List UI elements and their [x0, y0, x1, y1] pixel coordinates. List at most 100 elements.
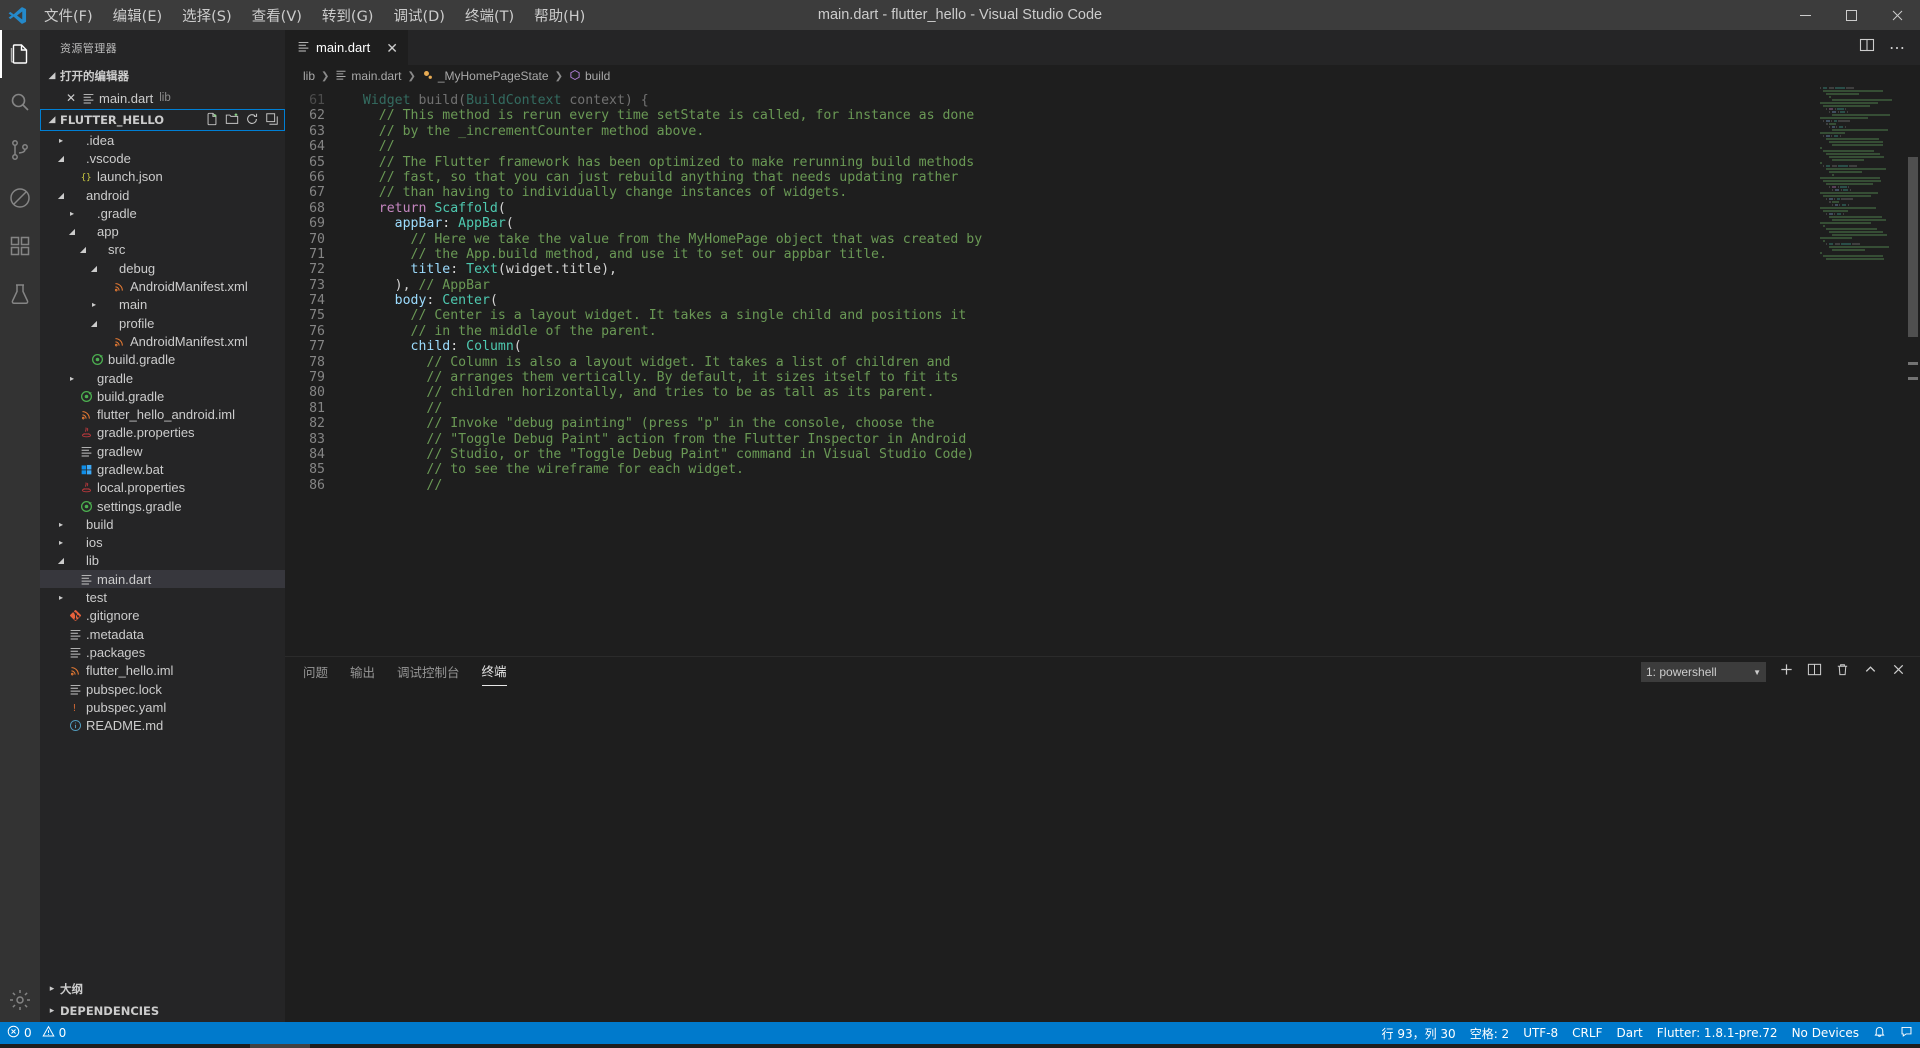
tree-file[interactable]: .metadata — [40, 625, 285, 643]
tree-file[interactable]: .packages — [40, 643, 285, 661]
status-feedback[interactable] — [1893, 1022, 1920, 1044]
menu-view[interactable]: 查看(V) — [242, 0, 312, 30]
status-indentation[interactable]: 空格: 2 — [1463, 1022, 1517, 1044]
editor-scrollbar[interactable] — [1906, 87, 1920, 656]
code-editor[interactable]: 61 62 63 64 65 66 67 68 69 70 71 72 73 74 75 76 77 78 79 80… — [285, 87, 1920, 656]
code-line[interactable]: // Column is also a layout widget. It ta… — [347, 355, 1920, 370]
tree-file[interactable]: AndroidManifest.xml — [40, 277, 285, 295]
status-problems[interactable]: 0 0 — [0, 1022, 73, 1044]
code-line[interactable]: // Here we take the value from the MyHom… — [347, 232, 1920, 247]
tree-folder[interactable]: ◢ debug — [40, 259, 285, 277]
activity-testing[interactable] — [0, 270, 40, 318]
code-line[interactable]: // fast, so that you can just rebuild an… — [347, 170, 1920, 185]
section-dependencies[interactable]: ▸ DEPENDENCIES — [40, 1000, 285, 1022]
tree-file[interactable]: .gitignore — [40, 607, 285, 625]
tree-file[interactable]: build.gradle — [40, 351, 285, 369]
code-line[interactable]: // This method is rerun every time setSt… — [347, 108, 1920, 123]
code-line[interactable]: // Center is a layout widget. It takes a… — [347, 308, 1920, 323]
panel-tab-terminal[interactable]: 终端 — [481, 658, 507, 686]
code-line[interactable]: Widget build(BuildContext context) { — [347, 93, 1920, 108]
maximize-button[interactable] — [1828, 0, 1874, 30]
code-line[interactable]: // Invoke "debug painting" (press "p" in… — [347, 416, 1920, 431]
code-line[interactable]: return Scaffold( — [347, 201, 1920, 216]
tree-folder[interactable]: ◢ src — [40, 241, 285, 259]
status-devices[interactable]: No Devices — [1785, 1022, 1866, 1044]
tree-file[interactable]: flutter_hello.iml — [40, 662, 285, 680]
menu-file[interactable]: 文件(F) — [34, 0, 103, 30]
tree-folder[interactable]: ◢ android — [40, 186, 285, 204]
activity-source-control[interactable] — [0, 126, 40, 174]
close-icon[interactable]: ✕ — [62, 91, 80, 105]
tree-folder[interactable]: ◢ profile — [40, 314, 285, 332]
menu-terminal[interactable]: 终端(T) — [455, 0, 524, 30]
activity-extensions[interactable] — [0, 222, 40, 270]
breadcrumb-item-main-dart[interactable]: main.dart — [335, 69, 401, 84]
status-encoding[interactable]: UTF-8 — [1516, 1022, 1565, 1044]
activity-settings[interactable] — [0, 978, 40, 1022]
code-line[interactable]: // Studio, or the "Toggle Debug Paint" c… — [347, 447, 1920, 462]
horizontal-scroll-thumb[interactable] — [250, 1044, 310, 1048]
tree-folder[interactable]: ▸ main — [40, 296, 285, 314]
status-language-mode[interactable]: Dart — [1609, 1022, 1649, 1044]
minimize-button[interactable] — [1782, 0, 1828, 30]
split-terminal-icon[interactable] — [1807, 662, 1822, 682]
open-editor-main-dart[interactable]: ✕ main.dart lib — [40, 87, 285, 109]
menu-go[interactable]: 转到(G) — [312, 0, 384, 30]
code-content[interactable]: Widget build(BuildContext context) { // … — [347, 87, 1920, 656]
tree-folder[interactable]: ▸ .idea — [40, 131, 285, 149]
activity-explorer[interactable] — [0, 30, 40, 78]
code-line[interactable]: // "Toggle Debug Paint" action from the … — [347, 432, 1920, 447]
more-actions-icon[interactable]: ⋯ — [1889, 38, 1906, 58]
breadcrumb-item-lib[interactable]: lib — [303, 69, 315, 83]
code-line[interactable]: // — [347, 401, 1920, 416]
tree-file[interactable]: gradle.properties — [40, 424, 285, 442]
menu-debug[interactable]: 调试(D) — [383, 0, 454, 30]
code-line[interactable]: // — [347, 478, 1920, 493]
code-line[interactable]: // — [347, 139, 1920, 154]
panel-tab-debug-console[interactable]: 调试控制台 — [397, 659, 460, 686]
status-eol[interactable]: CRLF — [1565, 1022, 1609, 1044]
code-line[interactable]: child: Column( — [347, 339, 1920, 354]
tree-file[interactable]: pubspec.lock — [40, 680, 285, 698]
tree-file[interactable]: README.md — [40, 717, 285, 735]
menu-help[interactable]: 帮助(H) — [524, 0, 595, 30]
tree-folder[interactable]: ◢ .vscode — [40, 149, 285, 167]
tree-file[interactable]: flutter_hello_android.iml — [40, 405, 285, 423]
collapse-all-icon[interactable] — [265, 112, 279, 129]
tree-file[interactable]: gradlew — [40, 442, 285, 460]
panel-tab-output[interactable]: 输出 — [350, 659, 375, 686]
tree-folder[interactable]: ▸ test — [40, 588, 285, 606]
maximize-panel-icon[interactable] — [1863, 662, 1878, 682]
new-folder-icon[interactable] — [225, 112, 239, 129]
tree-folder[interactable]: ◢ app — [40, 222, 285, 240]
close-icon[interactable]: ✕ — [386, 41, 398, 55]
code-line[interactable]: ), // AppBar — [347, 278, 1920, 293]
status-flutter-version[interactable]: Flutter: 1.8.1-pre.72 — [1650, 1022, 1785, 1044]
tree-file[interactable]: settings.gradle — [40, 497, 285, 515]
status-cursor-position[interactable]: 行 93，列 30 — [1375, 1022, 1463, 1044]
code-line[interactable]: // to see the wireframe for each widget. — [347, 462, 1920, 477]
section-open-editors[interactable]: ◢ 打开的编辑器 — [40, 65, 285, 87]
tree-file[interactable]: AndroidManifest.xml — [40, 332, 285, 350]
tree-file[interactable]: ! pubspec.yaml — [40, 698, 285, 716]
activity-search[interactable] — [0, 78, 40, 126]
code-line[interactable]: body: Center( — [347, 293, 1920, 308]
close-button[interactable] — [1874, 0, 1920, 30]
section-project-root[interactable]: ◢ FLUTTER_HELLO — [40, 109, 285, 131]
code-line[interactable]: // by the _incrementCounter method above… — [347, 124, 1920, 139]
tree-folder[interactable]: ◢ lib — [40, 552, 285, 570]
tab-main-dart[interactable]: main.dart ✕ — [285, 30, 409, 65]
close-panel-icon[interactable] — [1891, 662, 1906, 682]
tree-folder[interactable]: ▸ .gradle — [40, 204, 285, 222]
activity-debug[interactable] — [0, 174, 40, 222]
terminal-output[interactable] — [285, 687, 1920, 1022]
tree-file[interactable]: {} launch.json — [40, 168, 285, 186]
new-file-icon[interactable] — [205, 112, 219, 129]
editor-scroll-thumb[interactable] — [1908, 157, 1918, 337]
tree-folder[interactable]: ▸ gradle — [40, 369, 285, 387]
code-line[interactable]: // arranges them vertically. By default,… — [347, 370, 1920, 385]
new-terminal-icon[interactable] — [1779, 662, 1794, 682]
terminal-selector[interactable]: 1: powershell ▼ — [1641, 662, 1766, 682]
menu-edit[interactable]: 编辑(E) — [103, 0, 172, 30]
tree-folder[interactable]: ▸ build — [40, 515, 285, 533]
